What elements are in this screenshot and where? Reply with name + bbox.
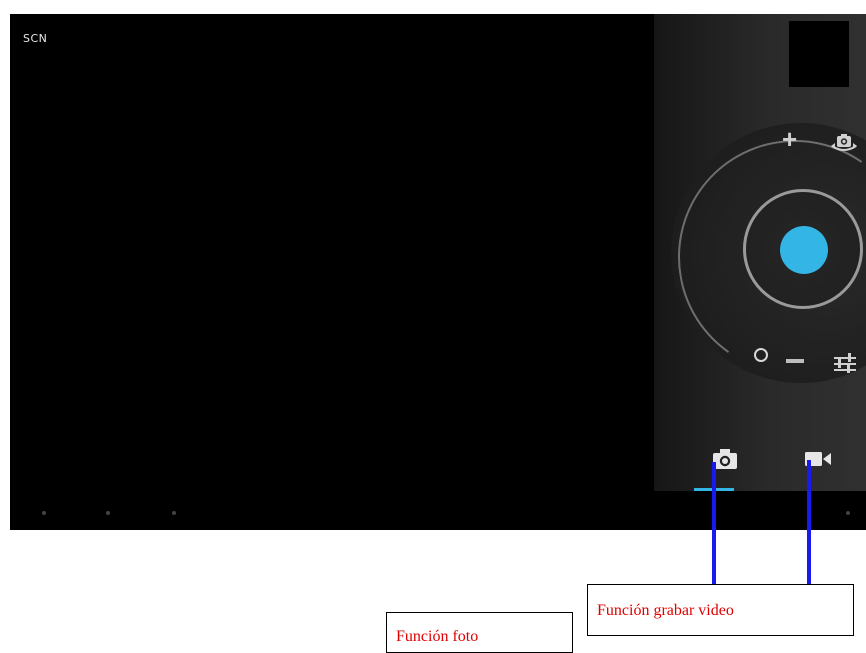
camera-control-panel: +	[654, 14, 866, 491]
photo-function-label: Función foto	[386, 612, 573, 653]
video-function-text: Función grabar video	[597, 602, 734, 619]
zoom-out-button[interactable]	[786, 359, 804, 363]
zoom-in-button[interactable]: +	[782, 125, 797, 153]
shutter-button[interactable]	[743, 189, 863, 309]
video-function-label: Función grabar video	[587, 584, 854, 636]
settings-sliders-icon[interactable]	[832, 352, 858, 374]
shutter-core	[780, 226, 828, 274]
nav-dot	[846, 511, 850, 515]
zoom-slider-knob[interactable]	[754, 348, 768, 362]
switch-camera-icon[interactable]	[829, 132, 859, 156]
scene-mode-indicator[interactable]: SCN	[23, 32, 47, 45]
last-photo-thumbnail[interactable]	[789, 21, 849, 87]
camera-screen: SCN +	[10, 14, 866, 530]
nav-dot	[42, 511, 46, 515]
nav-dot	[172, 511, 176, 515]
photo-function-text: Función foto	[396, 628, 479, 645]
video-callout-line	[807, 460, 811, 600]
nav-dot	[106, 511, 110, 515]
